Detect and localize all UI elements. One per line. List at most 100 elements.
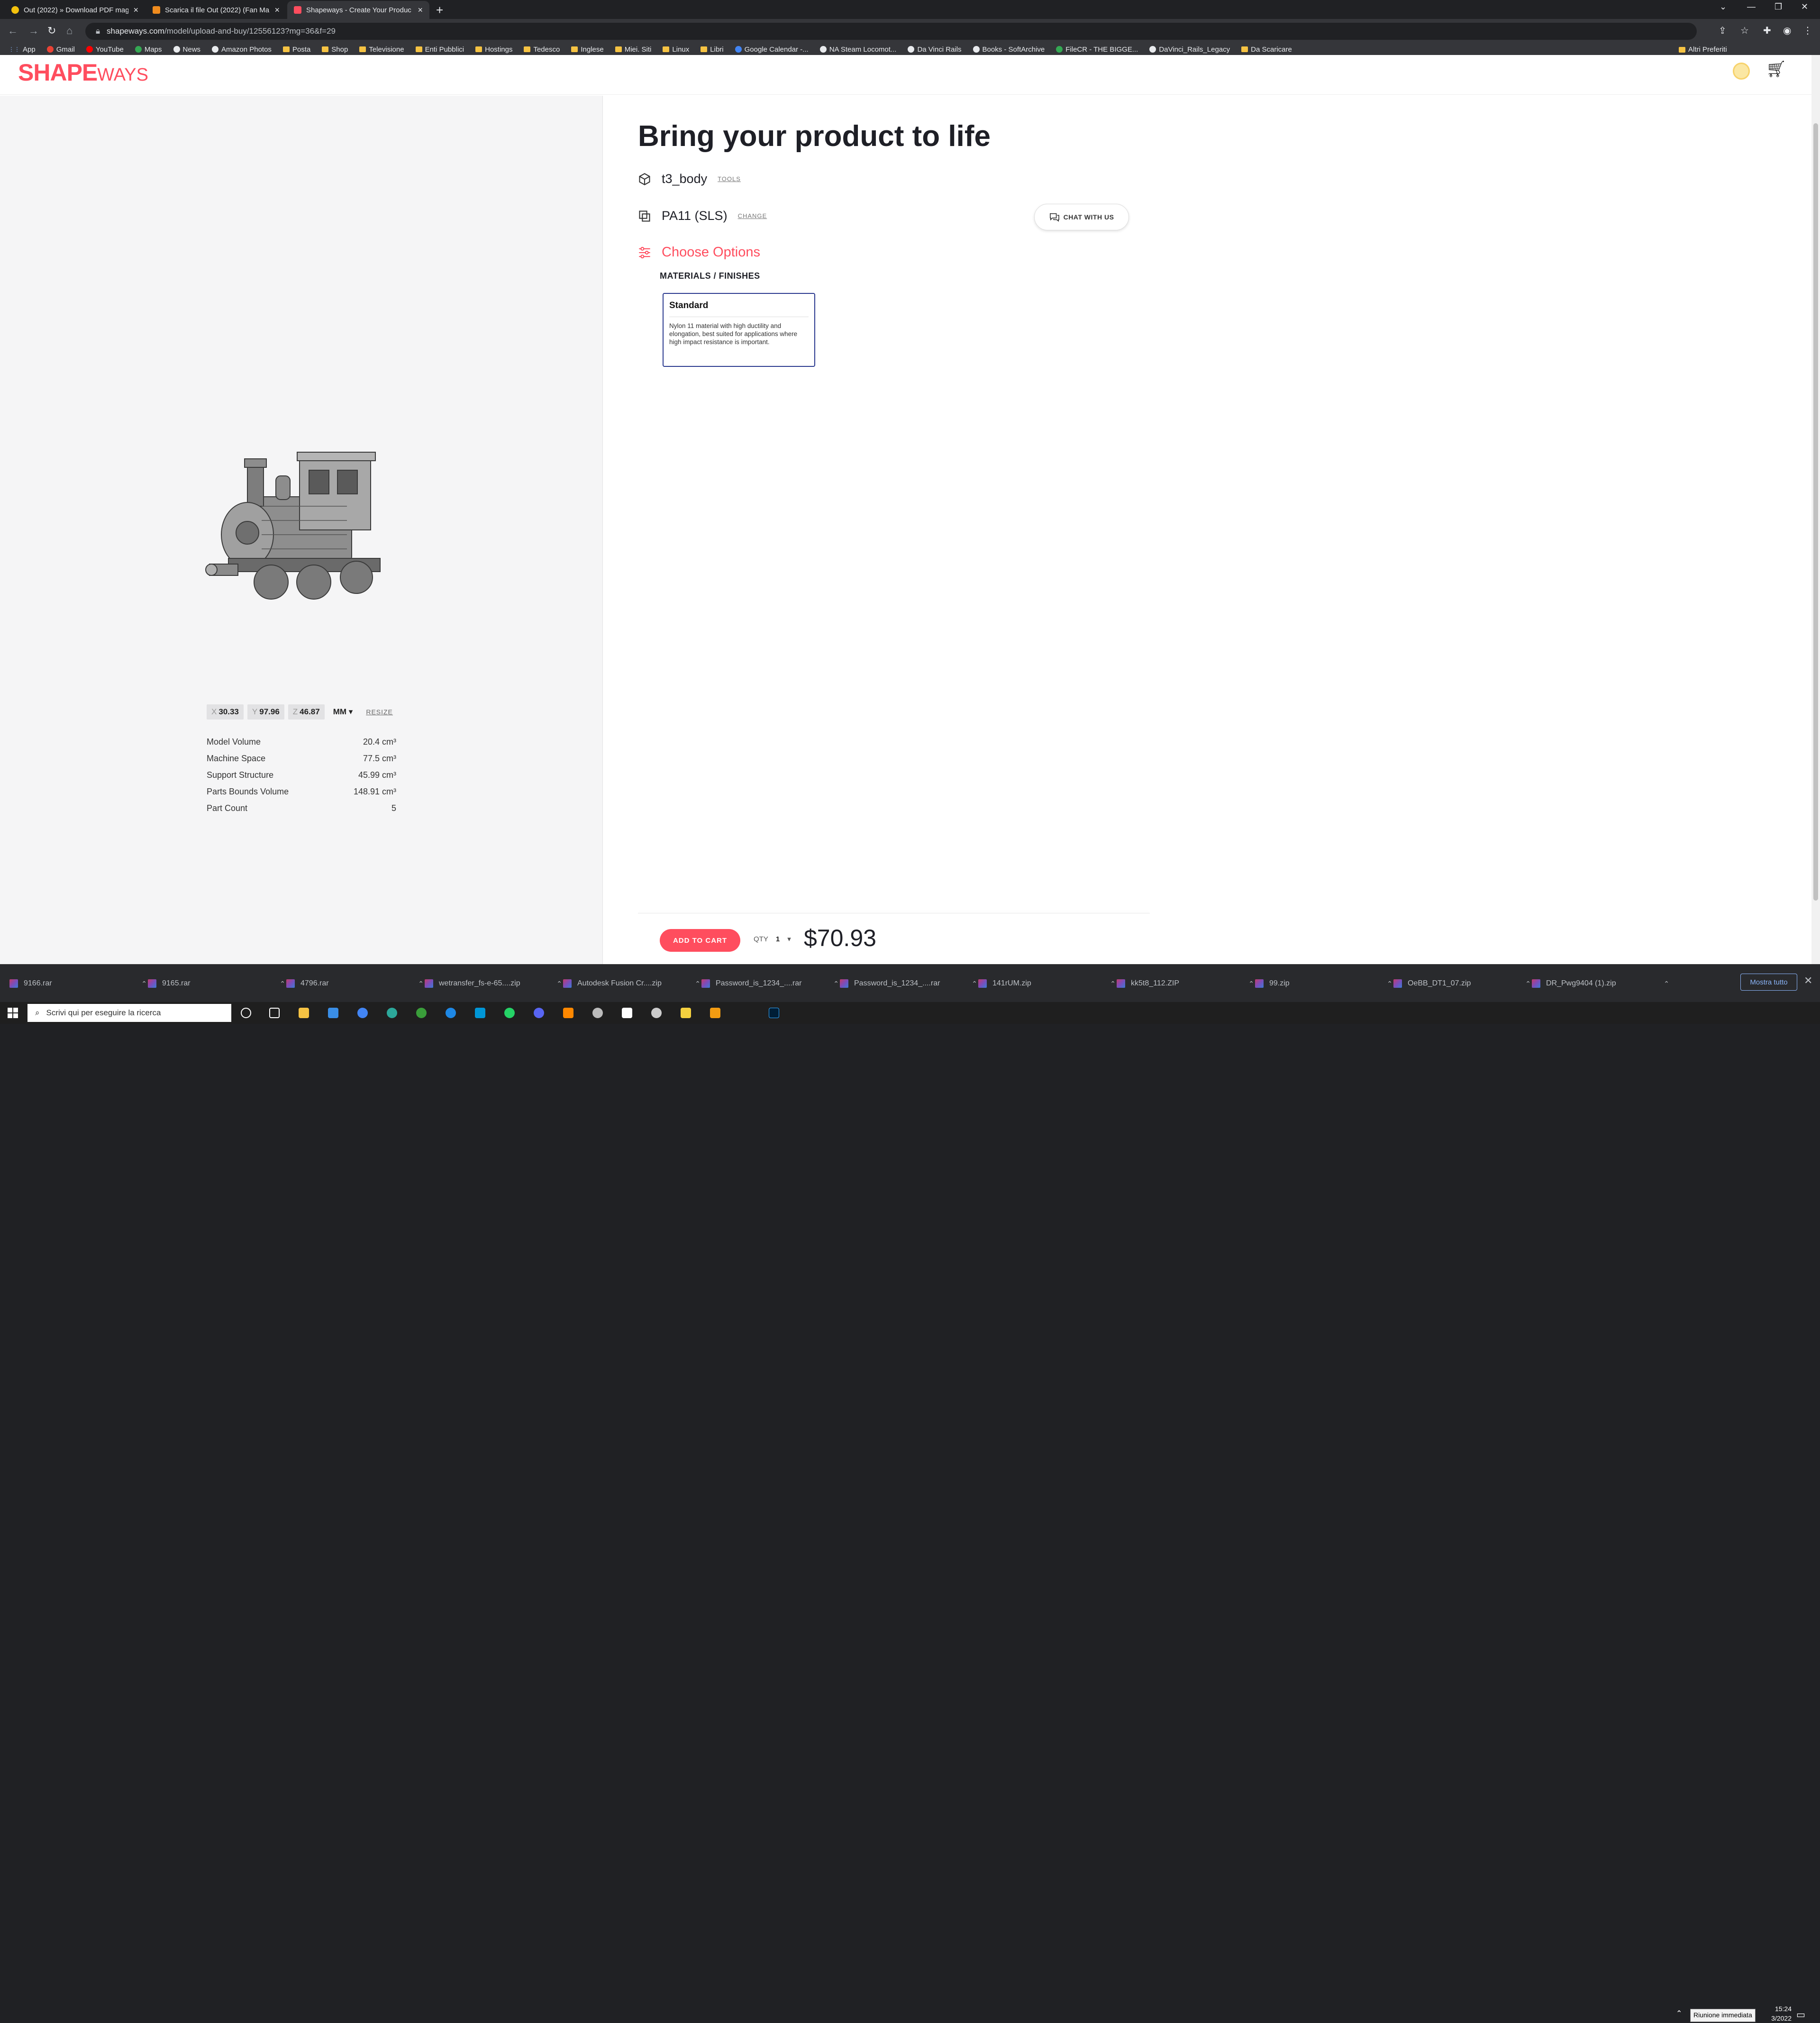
download-item[interactable]: 9165.rar ⌃ bbox=[148, 976, 285, 991]
browser-tab-1[interactable]: Out (2022) » Download PDF mag × bbox=[5, 1, 145, 19]
show-all-downloads-button[interactable]: Mostra tutto bbox=[1740, 974, 1797, 991]
app-icon[interactable] bbox=[416, 1008, 427, 1018]
browser-tab-2[interactable]: Scarica il file Out (2022) (Fan Ma × bbox=[146, 1, 286, 19]
chevron-up-icon[interactable]: ⌃ bbox=[833, 980, 839, 988]
dimension-z[interactable]: Z 46.87 bbox=[288, 704, 325, 720]
chevron-up-icon[interactable]: ⌃ bbox=[1110, 980, 1116, 988]
close-downloads-icon[interactable]: ✕ bbox=[1804, 975, 1812, 987]
bookmark-item[interactable]: Miei. Siti bbox=[615, 46, 651, 54]
task-view-icon[interactable] bbox=[269, 1008, 280, 1018]
bookmark-item[interactable]: Tedesco bbox=[524, 46, 560, 54]
bookmark-item[interactable]: ⋮⋮ App bbox=[9, 46, 36, 54]
mail-icon[interactable] bbox=[328, 1008, 338, 1018]
bookmark-item[interactable]: Amazon Photos bbox=[212, 46, 272, 54]
bookmark-item[interactable]: Maps bbox=[135, 46, 162, 54]
browser-tab-3-active[interactable]: Shapeways - Create Your Produc × bbox=[287, 1, 429, 19]
bookmark-item[interactable]: Posta bbox=[282, 46, 310, 54]
bookmark-item[interactable]: DaVinci_Rails_Legacy bbox=[1149, 46, 1230, 54]
chevron-up-icon[interactable]: ⌃ bbox=[1525, 980, 1531, 988]
bookmark-item[interactable]: Gmail bbox=[46, 46, 75, 54]
download-item[interactable]: Autodesk Fusion Cr....zip ⌃ bbox=[563, 976, 701, 991]
restore-icon[interactable]: ❐ bbox=[1774, 2, 1782, 12]
download-item[interactable]: Password_is_1234_....rar ⌃ bbox=[840, 976, 977, 991]
vlc-icon[interactable] bbox=[563, 1008, 573, 1018]
address-bar[interactable]: 🔒︎ shapeways.com/model/upload-and-buy/12… bbox=[85, 23, 1697, 40]
system-clock[interactable]: 15:24 3/2022 bbox=[1749, 2004, 1792, 2023]
chevron-up-icon[interactable]: ⌃ bbox=[141, 980, 147, 988]
tools-link[interactable]: TOOLS bbox=[718, 175, 741, 182]
close-icon[interactable]: × bbox=[274, 5, 280, 15]
chat-with-us-button[interactable]: CHAT WITH US bbox=[1034, 204, 1129, 230]
forward-arrow-icon[interactable]: → bbox=[28, 25, 39, 37]
bookmark-item[interactable]: Da Scaricare bbox=[1241, 46, 1292, 54]
bookmark-item[interactable]: Enti Pubblici bbox=[415, 46, 464, 54]
magnifier-icon[interactable] bbox=[651, 1008, 662, 1018]
back-arrow-icon[interactable]: ← bbox=[8, 25, 18, 37]
chevron-up-icon[interactable]: ⌃ bbox=[695, 980, 701, 988]
app-icon[interactable] bbox=[710, 1008, 720, 1018]
cortana-icon[interactable] bbox=[241, 1008, 251, 1018]
chevron-up-icon[interactable]: ⌃ bbox=[418, 980, 424, 988]
choose-options-header[interactable]: Choose Options bbox=[638, 245, 760, 260]
close-icon[interactable]: × bbox=[418, 5, 423, 15]
file-explorer-icon[interactable] bbox=[299, 1008, 309, 1018]
windows-start-icon[interactable] bbox=[8, 1008, 18, 1018]
add-to-cart-button[interactable]: ADD TO CART bbox=[660, 929, 740, 952]
dimension-x[interactable]: X 30.33 bbox=[207, 704, 244, 720]
browser-menu-icon[interactable]: ⋮ bbox=[1803, 25, 1812, 36]
download-item[interactable]: 141rUM.zip ⌃ bbox=[978, 976, 1116, 991]
app-icon[interactable] bbox=[446, 1008, 456, 1018]
download-item[interactable]: DR_Pwg9404 (1).zip ⌃ bbox=[1532, 976, 1669, 991]
model-preview-locomotive[interactable] bbox=[195, 440, 404, 606]
unit-select[interactable]: MM ▾ bbox=[333, 707, 353, 717]
whatsapp-icon[interactable] bbox=[504, 1008, 515, 1018]
chevron-up-icon[interactable]: ⌃ bbox=[1387, 980, 1392, 988]
window-close-icon[interactable]: ✕ bbox=[1801, 2, 1808, 12]
tab-search-chevron-icon[interactable]: ⌄ bbox=[1720, 2, 1727, 12]
tray-chevron-up-icon[interactable]: ⌃ bbox=[1676, 2009, 1682, 2018]
shopping-cart-icon[interactable]: 🛒︎ bbox=[1766, 60, 1786, 79]
download-item[interactable]: kk5t8_112.ZIP ⌃ bbox=[1117, 976, 1254, 991]
share-icon[interactable]: ⇪ bbox=[1719, 25, 1727, 36]
chrome-icon[interactable] bbox=[357, 1008, 368, 1018]
resize-link[interactable]: RESIZE bbox=[366, 708, 393, 716]
chevron-up-icon[interactable]: ⌃ bbox=[556, 980, 562, 988]
quantity-select[interactable]: QTY 1 ▾ bbox=[754, 935, 791, 944]
app-icon[interactable] bbox=[387, 1008, 397, 1018]
bookmark-item[interactable]: Linux bbox=[663, 46, 689, 54]
bookmark-item[interactable]: Hostings bbox=[475, 46, 512, 54]
reload-icon[interactable]: ↻ bbox=[47, 25, 56, 37]
bookmark-item[interactable]: News bbox=[173, 46, 200, 54]
notification-center-icon[interactable]: ▭ bbox=[1796, 2009, 1805, 2021]
app-icon[interactable] bbox=[681, 1008, 691, 1018]
close-icon[interactable]: × bbox=[133, 5, 138, 15]
rewards-coin-icon[interactable] bbox=[1733, 63, 1750, 80]
home-icon[interactable]: ⌂ bbox=[66, 25, 73, 37]
bookmark-item[interactable]: Libri bbox=[701, 46, 724, 54]
bookmark-item[interactable]: Google Calendar -... bbox=[735, 46, 809, 54]
bookmark-item[interactable]: Books - SoftArchive bbox=[973, 46, 1045, 54]
shapeways-logo[interactable]: SHAPEWAYS bbox=[18, 59, 148, 86]
photoshop-icon[interactable] bbox=[769, 1008, 779, 1018]
app-icon[interactable] bbox=[534, 1008, 544, 1018]
document-icon[interactable] bbox=[622, 1008, 632, 1018]
change-material-link[interactable]: CHANGE bbox=[738, 212, 767, 219]
download-item[interactable]: wetransfer_fs-e-65....zip ⌃ bbox=[425, 976, 562, 991]
download-item[interactable]: 4796.rar ⌃ bbox=[286, 976, 424, 991]
taskbar-search-input[interactable]: ⌕ Scrivi qui per eseguire la ricerca bbox=[27, 1004, 231, 1022]
dimension-y[interactable]: Y 97.96 bbox=[247, 704, 284, 720]
download-item[interactable]: 9166.rar ⌃ bbox=[9, 976, 147, 991]
minimize-icon[interactable]: — bbox=[1747, 2, 1756, 12]
bookmark-star-icon[interactable]: ☆ bbox=[1740, 25, 1749, 36]
download-item[interactable]: Password_is_1234_....rar ⌃ bbox=[701, 976, 839, 991]
bookmark-item[interactable]: Inglese bbox=[571, 46, 604, 54]
bookmark-item[interactable]: YouTube bbox=[86, 46, 124, 54]
bookmark-item[interactable]: NA Steam Locomot... bbox=[819, 46, 896, 54]
app-icon[interactable] bbox=[592, 1008, 603, 1018]
skype-icon[interactable] bbox=[475, 1008, 485, 1018]
extensions-puzzle-icon[interactable]: ✚ bbox=[1763, 25, 1771, 36]
chevron-up-icon[interactable]: ⌃ bbox=[280, 980, 285, 988]
download-item[interactable]: 99.zip ⌃ bbox=[1255, 976, 1392, 991]
scrollbar-thumb[interactable] bbox=[1813, 123, 1818, 901]
bookmark-item[interactable]: Televisione bbox=[359, 46, 404, 54]
